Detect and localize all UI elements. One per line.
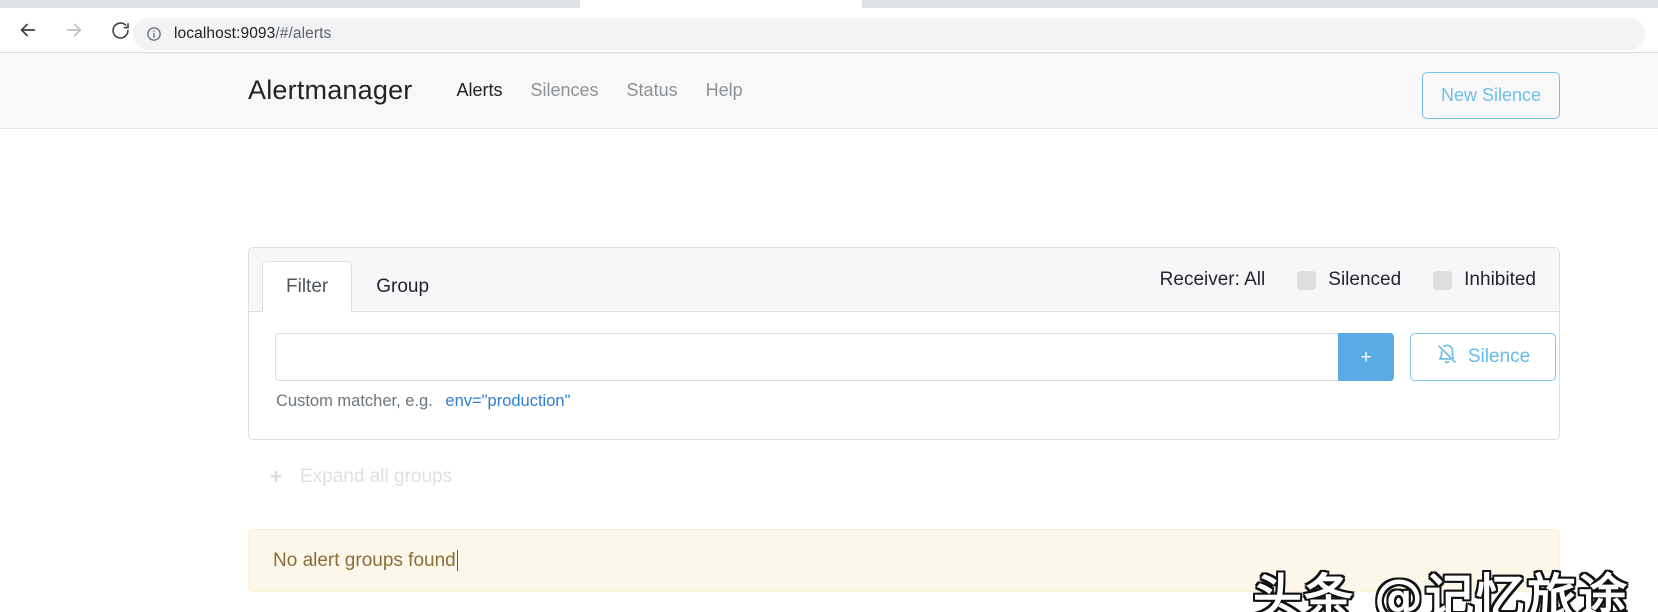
filter-card-header: Filter Group Receiver: All Silenced Inhi…: [249, 248, 1559, 312]
arrow-right-icon: [63, 19, 85, 41]
inhibited-label: Inhibited: [1464, 269, 1536, 290]
browser-chrome: localhost:9093/#/alerts: [0, 0, 1658, 53]
info-circle-icon[interactable]: [146, 26, 162, 42]
watermark: 头条 @记忆旅途: [1253, 569, 1630, 612]
silenced-checkbox[interactable]: [1297, 270, 1317, 290]
address-bar-url: localhost:9093/#/alerts: [174, 25, 332, 42]
expand-all-groups-button[interactable]: + Expand all groups: [265, 464, 453, 489]
navbar-inner: Alertmanager Alerts Silences Status Help…: [248, 53, 1560, 128]
matcher-hint: Custom matcher, e.g. env="production": [276, 392, 570, 411]
filter-header-controls: Receiver: All Silenced Inhibited: [1160, 248, 1536, 312]
filter-tabs: Filter Group: [262, 261, 453, 312]
silenced-toggle[interactable]: Silenced: [1297, 269, 1401, 291]
reload-icon: [110, 20, 131, 41]
plus-icon: +: [269, 464, 283, 489]
browser-tab-stub-left[interactable]: [0, 0, 580, 8]
matcher-input[interactable]: [275, 333, 1338, 381]
browser-tab-stub-right[interactable]: [862, 0, 1658, 8]
app-navbar: Alertmanager Alerts Silences Status Help…: [0, 53, 1658, 129]
matcher-hint-text: Custom matcher, e.g.: [276, 392, 433, 410]
silenced-label: Silenced: [1328, 269, 1402, 290]
expand-all-groups-label: Expand all groups: [300, 466, 453, 487]
reload-button[interactable]: [103, 13, 137, 47]
back-button[interactable]: [11, 13, 45, 47]
no-alert-groups-text: No alert groups found: [273, 549, 456, 571]
matcher-row: + Silence: [275, 333, 1556, 381]
app-brand[interactable]: Alertmanager: [248, 75, 412, 106]
arrow-left-icon: [17, 19, 39, 41]
nav-link-help[interactable]: Help: [692, 80, 757, 101]
browser-toolbar: localhost:9093/#/alerts: [0, 8, 1658, 52]
add-matcher-button[interactable]: +: [1338, 333, 1394, 381]
page-viewport: Alertmanager Alerts Silences Status Help…: [0, 53, 1658, 612]
nav-link-status[interactable]: Status: [613, 80, 692, 101]
receiver-selector[interactable]: Receiver: All: [1160, 269, 1266, 291]
new-silence-button[interactable]: New Silence: [1421, 72, 1560, 119]
forward-button[interactable]: [57, 13, 91, 47]
tab-group[interactable]: Group: [352, 261, 453, 312]
text-caret: [456, 550, 459, 571]
bell-slash-icon: [1436, 343, 1458, 371]
tab-filter[interactable]: Filter: [262, 261, 353, 312]
inhibited-toggle[interactable]: Inhibited: [1433, 269, 1536, 291]
filter-card: Filter Group Receiver: All Silenced Inhi…: [248, 247, 1560, 440]
silence-button[interactable]: Silence: [1410, 333, 1556, 381]
address-bar[interactable]: localhost:9093/#/alerts: [133, 18, 1645, 50]
inhibited-checkbox[interactable]: [1433, 270, 1453, 290]
matcher-hint-example[interactable]: env="production": [445, 392, 570, 410]
nav-link-silences[interactable]: Silences: [517, 80, 613, 101]
nav-link-alerts[interactable]: Alerts: [442, 80, 516, 101]
navbar-links: Alerts Silences Status Help: [442, 80, 756, 101]
browser-tabstrip: [0, 0, 1658, 8]
silence-button-label: Silence: [1467, 346, 1531, 367]
